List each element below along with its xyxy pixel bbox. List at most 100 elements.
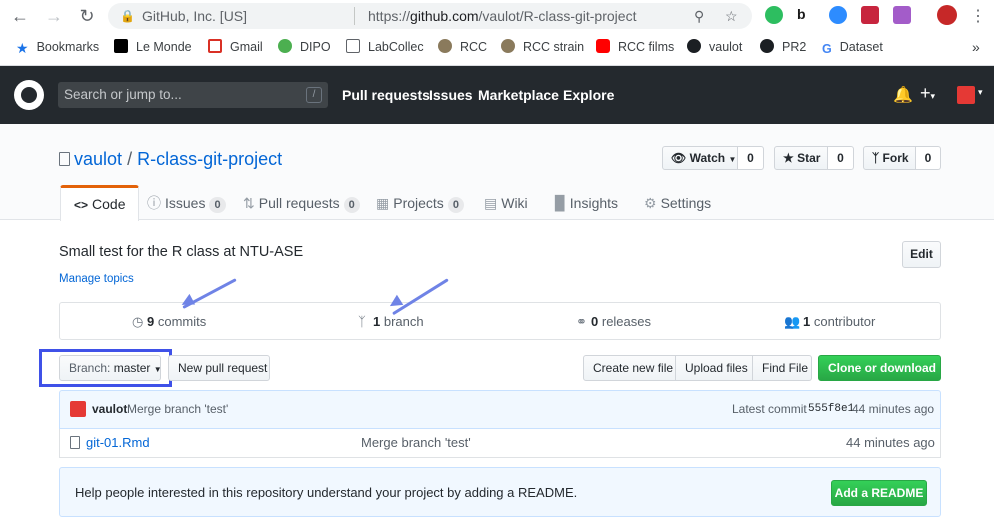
repo-name-link[interactable]: R-class-git-project [137,149,282,169]
clone-or-download-button[interactable]: Clone or download ▼ [818,355,947,381]
bell-icon[interactable]: 🔔 [893,85,913,105]
bookmark-le-monde[interactable]: Le Monde [114,38,192,56]
menu-icon[interactable]: ⋮ [970,6,986,26]
commits-link[interactable]: ◷ 9 commits [132,314,206,330]
bookmark-label: RCC strain [523,40,585,54]
bookmark-dataset[interactable]: G Dataset [822,38,883,56]
manage-topics-link[interactable]: Manage topics [59,273,134,285]
repo-owner-link[interactable]: vaulot [74,149,122,169]
commit-message[interactable]: Merge branch 'test' [127,402,228,416]
find-file-button[interactable]: Find File [753,355,812,381]
contributors-link[interactable]: 👥 1 contributor [784,314,875,330]
bookmark-rcc[interactable]: RCC [438,38,487,56]
m-extension-icon[interactable] [861,6,879,24]
bookmarks-overflow[interactable]: » [972,38,980,56]
readme-prompt-text: Help people interested in this repositor… [75,485,578,500]
tab-pull-requests[interactable]: ⇅ Pull requests 0 [243,185,360,221]
tab-issues[interactable]: ⓘ Issues 0 [147,185,226,221]
author-avatar[interactable] [70,401,86,417]
commit-author[interactable]: vaulot [92,402,127,416]
fork-icon: ᛉ [872,151,880,165]
avatar[interactable] [957,86,975,104]
bookmark-bookmarks[interactable]: ★ Bookmarks [16,38,99,56]
tab-wiki[interactable]: ▤ Wiki [484,185,528,221]
plus-icon[interactable]: +▾ [920,83,935,104]
bookmark-dipo[interactable]: DIPO [278,38,331,56]
bookmarks-bar: ★ Bookmarks Le Monde Gmail DIPO LabCollec… [0,34,994,60]
bookmark-pr2[interactable]: PR2 [760,38,806,56]
nav-explore[interactable]: Explore [563,87,614,103]
tab-projects[interactable]: ▦ Projects 0 [376,185,464,221]
nav-marketplace[interactable]: Marketplace [478,87,559,103]
fork-count[interactable]: 0 [916,146,941,170]
tab-settings[interactable]: ⚙ Settings [644,185,711,221]
file-name-link[interactable]: git-01.Rmd [86,435,150,450]
caret-down-icon: ▼ [153,365,162,374]
site-identity: GitHub, Inc. [US] [142,8,248,24]
star-label: Star [797,151,821,165]
star-count[interactable]: 0 [828,146,854,170]
latest-commit-label: Latest commit [732,402,807,416]
zoom-icon[interactable]: ⚲ [694,3,704,29]
file-commit-message[interactable]: Merge branch 'test' [361,435,471,450]
edit-button[interactable]: Edit [902,241,941,268]
bookmark-gmail[interactable]: Gmail [208,38,263,56]
add-readme-button[interactable]: Add a README [831,480,927,506]
tab-label: Code [92,196,126,212]
create-new-file-button[interactable]: Create new file [583,355,676,381]
branch-count: 1 [373,314,381,329]
tab-code[interactable]: <> Code [60,185,140,221]
fork-button[interactable]: ᛉ Fork [863,146,916,170]
bookmark-label: DIPO [300,40,331,54]
bookmark-label: Dataset [839,40,883,54]
tab-counter: 0 [343,197,360,213]
reload-icon[interactable]: ↻ [75,4,99,28]
tab-insights[interactable]: ▉ Insights [555,185,618,221]
caret-down-icon: ▼ [728,155,737,164]
rcc-strain-icon [501,39,515,53]
gear-icon: ⚙ [644,195,657,211]
back-icon[interactable]: ← [8,4,32,28]
profile-avatar-icon[interactable] [937,5,957,25]
tab-label: Pull requests [258,195,340,211]
people-icon: 👥 [784,314,801,329]
code-icon: <> [74,198,89,212]
branch-label: branch [383,314,424,329]
file-age: 44 minutes ago [846,435,935,450]
branch-select-button[interactable]: Branch: master ▼ [59,355,162,381]
github-logo-icon[interactable] [14,80,44,110]
tab-counter: 0 [447,197,464,213]
new-pull-request-button[interactable]: New pull request [168,355,270,381]
branch-select-label: Branch: [69,361,111,375]
evernote-icon[interactable] [765,6,783,24]
github-header: Search or jump to... / Pull requests Iss… [0,66,994,124]
branches-link[interactable]: ᛉ1 branch [358,314,424,329]
bookmark-rcc-films[interactable]: RCC films [596,38,674,56]
repo-title: vaulot / R-class-git-project [59,149,282,170]
bookmark-label: Bookmarks [36,40,100,54]
bookmark-vaulot[interactable]: vaulot [687,38,742,56]
watch-label: Watch [689,151,726,165]
rcc-icon [438,39,452,53]
watch-count[interactable]: 0 [738,146,764,170]
nav-issues[interactable]: Issues [429,87,473,103]
nav-pull-requests[interactable]: Pull requests [342,87,430,103]
youtube-icon [596,39,610,53]
commit-sha[interactable]: 555f8e1 [808,403,854,415]
zoom-ext-icon[interactable] [829,6,847,24]
bookmark-labcollec[interactable]: LabCollec [346,38,424,56]
search-input[interactable]: Search or jump to... / [58,82,328,108]
watch-button[interactable]: 👁 Watch ▼ [662,146,738,170]
releases-link[interactable]: ⚭ 0 releases [576,314,651,330]
address-bar[interactable]: 🔒 GitHub, Inc. [US] https://github.com/v… [108,3,752,29]
page-icon [346,39,360,53]
avatar-caret-icon[interactable]: ▾ [978,87,983,98]
star-bookmark-icon[interactable]: ☆ [725,3,738,29]
b-extension-icon[interactable]: b [797,6,815,24]
pdf-extension-icon[interactable] [893,6,911,24]
star-button[interactable]: ★ Star [774,146,828,170]
upload-files-button[interactable]: Upload files [676,355,753,381]
forward-icon[interactable]: → [42,4,66,28]
bookmark-rcc-strain[interactable]: RCC strain [501,38,584,56]
tab-label: Projects [393,195,444,211]
